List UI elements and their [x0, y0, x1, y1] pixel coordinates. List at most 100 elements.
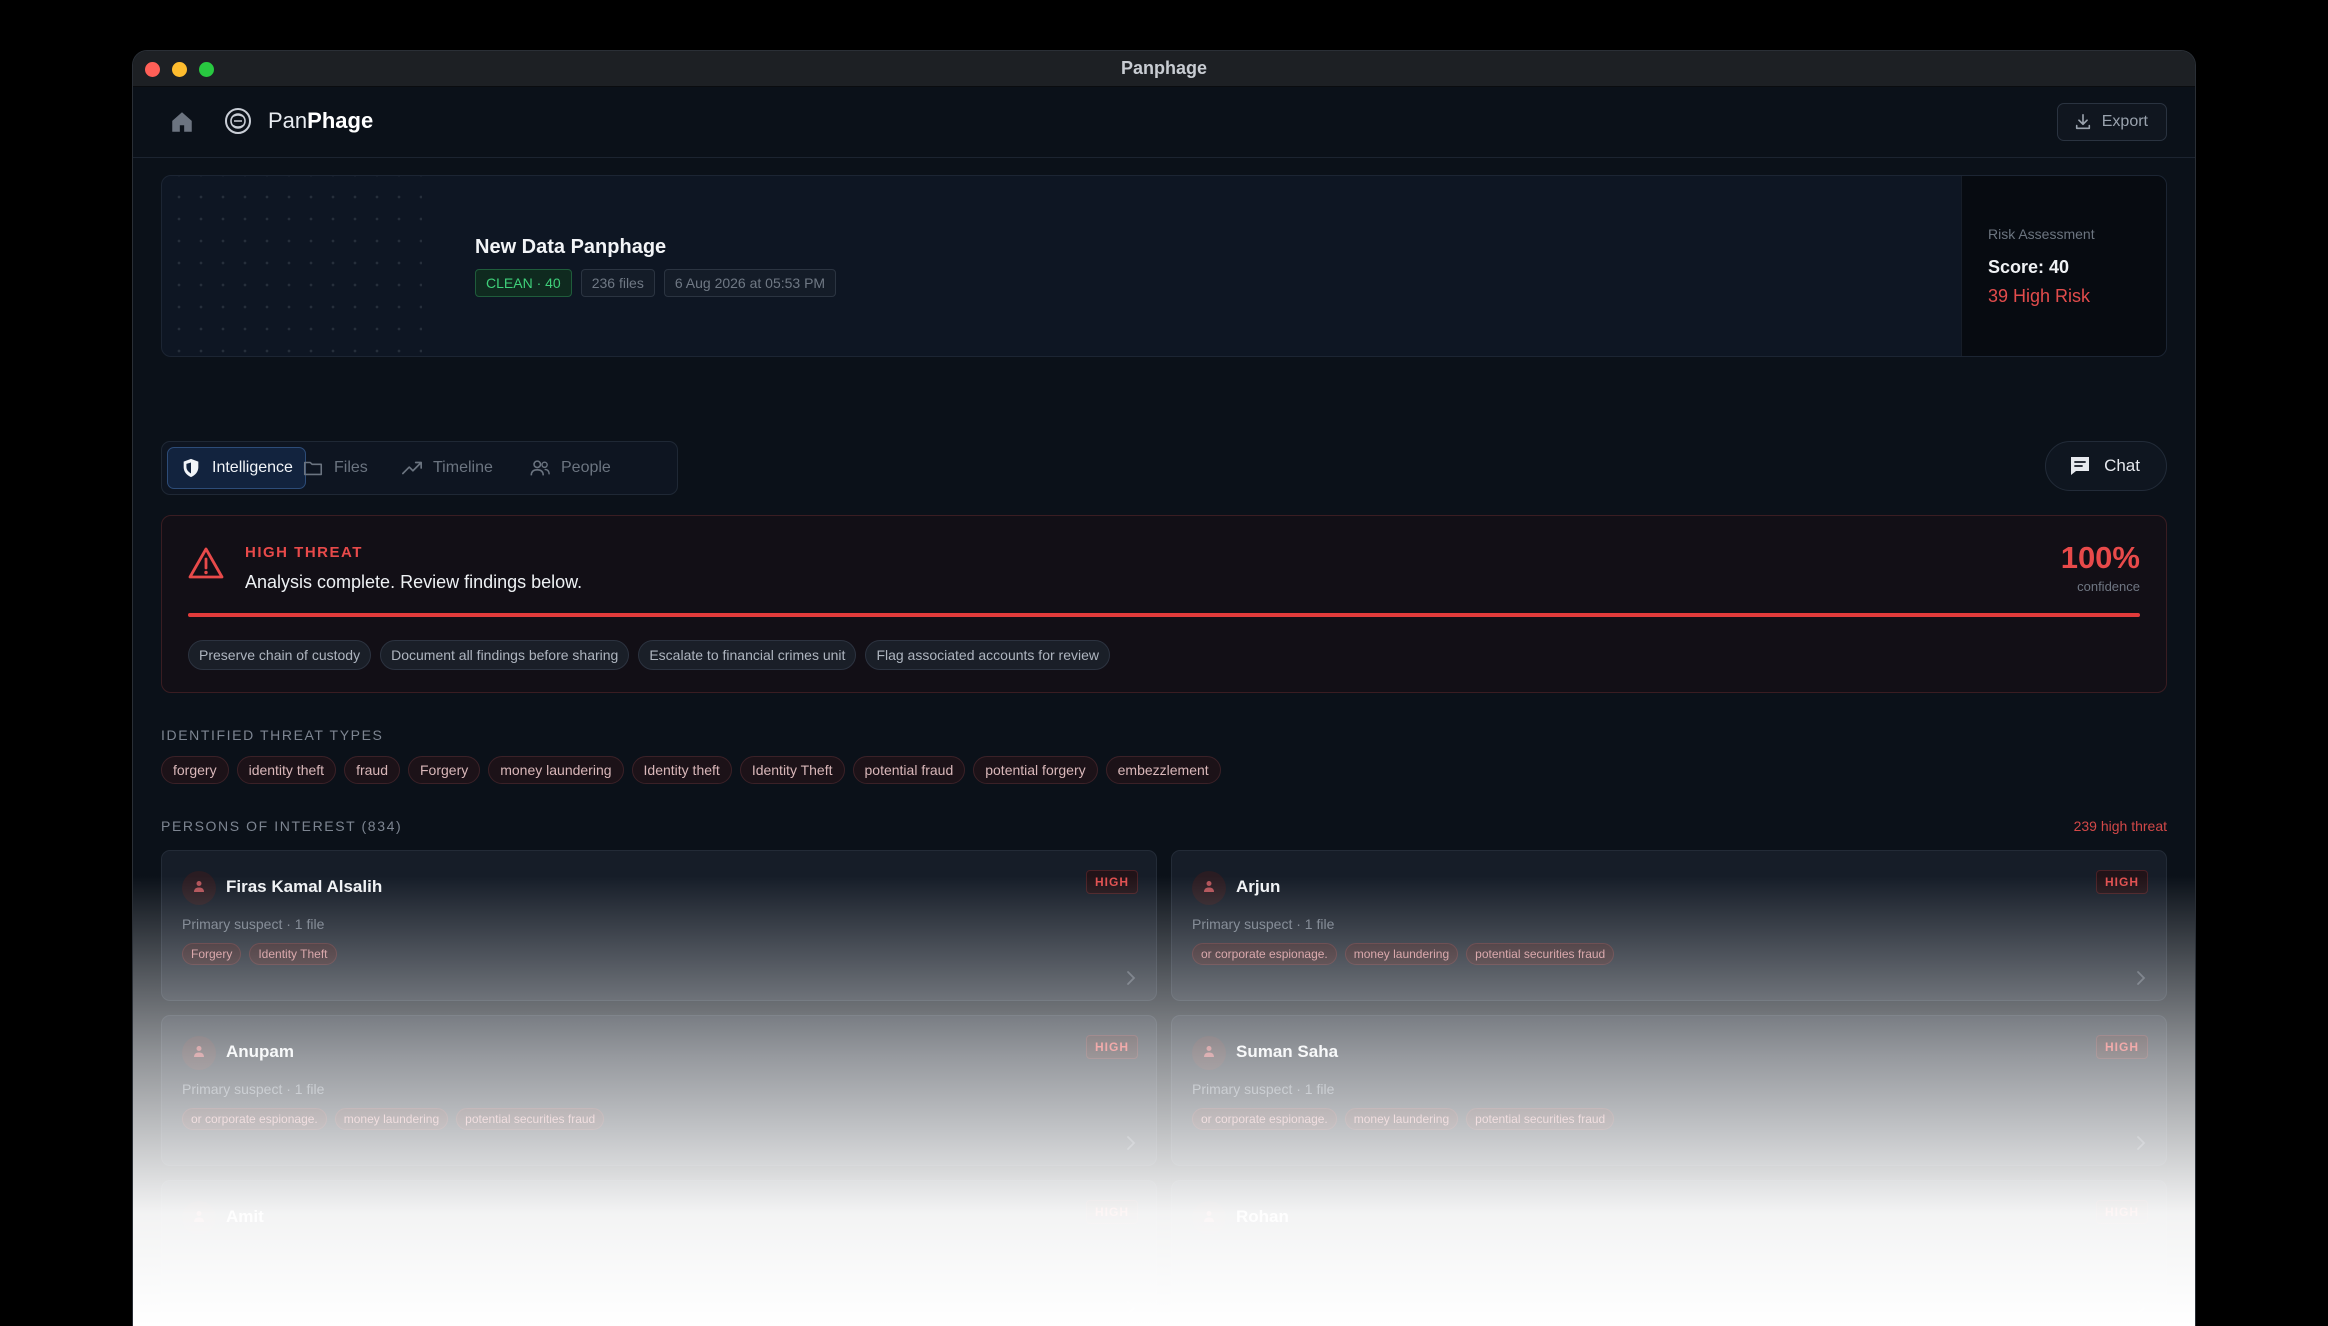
- dot-pattern: [162, 176, 422, 356]
- threat-type-chip[interactable]: potential fraud: [852, 756, 966, 784]
- person-meta: Primary suspect · 1 file: [182, 916, 325, 932]
- home-icon[interactable]: [169, 109, 195, 135]
- threat-type-chip[interactable]: Identity Theft: [739, 756, 845, 784]
- persons-grid: Firas Kamal Alsalih HIGH Primary suspect ·…: [161, 850, 2167, 1326]
- person-meta: Primary suspect · 1 file: [1192, 1081, 1335, 1097]
- threat-type-chip[interactable]: identity theft: [236, 756, 337, 784]
- person-tag: or corporate espionage.: [1192, 1108, 1337, 1130]
- action-chip[interactable]: Preserve chain of custody: [188, 640, 372, 670]
- action-chip[interactable]: Document all findings before sharing: [380, 640, 630, 670]
- threat-level: HIGH THREAT: [245, 544, 363, 561]
- shield-icon: [183, 458, 199, 478]
- case-badges: CLEAN · 40 236 files 6 Aug 2026 at 05:53…: [475, 269, 837, 297]
- confidence-label: confidence: [2077, 579, 2140, 594]
- person-card[interactable]: Anupam HIGH Primary suspect · 1 file or cor…: [161, 1015, 1157, 1166]
- threat-type-chip[interactable]: Identity theft: [631, 756, 732, 784]
- minimize-window-button[interactable]: [172, 62, 187, 77]
- person-icon: [192, 879, 206, 898]
- warning-icon: [188, 547, 224, 579]
- tab-people[interactable]: People: [517, 447, 623, 489]
- risk-label: Risk Assessment: [1988, 226, 2095, 242]
- threat-type-chip[interactable]: money laundering: [488, 756, 624, 784]
- threat-type-list: forgery identity theft fraud Forgery mon…: [161, 756, 1221, 784]
- export-button[interactable]: Export: [2056, 103, 2167, 141]
- avatar: [182, 1036, 216, 1070]
- chat-button[interactable]: Chat: [2045, 441, 2167, 491]
- person-icon: [1202, 879, 1216, 898]
- tab-people-label: People: [561, 459, 611, 476]
- recommended-actions: Preserve chain of custody Document all f…: [188, 640, 1110, 670]
- person-name: Arjun: [1236, 877, 1281, 896]
- close-window-button[interactable]: [145, 62, 160, 77]
- person-tag: Identity Theft: [249, 943, 337, 965]
- threat-level-badge: HIGH: [1086, 870, 1138, 894]
- tab-timeline[interactable]: Timeline: [389, 447, 505, 489]
- threat-level-badge: HIGH: [2096, 1200, 2148, 1224]
- tab-intelligence[interactable]: Intelligence: [167, 447, 306, 489]
- zoom-window-button[interactable]: [199, 62, 214, 77]
- person-tag: potential securities fraud: [456, 1108, 605, 1130]
- confidence-value: 100%: [2060, 540, 2140, 575]
- avatar: [1192, 1201, 1226, 1235]
- person-tag: potential securities fraud: [1466, 1108, 1615, 1130]
- threat-type-chip[interactable]: potential forgery: [973, 756, 1098, 784]
- threat-type-chip[interactable]: fraud: [344, 756, 400, 784]
- threat-level-badge: HIGH: [1086, 1200, 1138, 1224]
- threat-type-chip[interactable]: forgery: [161, 756, 229, 784]
- threat-level-badge: HIGH: [2096, 870, 2148, 894]
- date-badge: 6 Aug 2026 at 05:53 PM: [663, 269, 837, 297]
- confidence-bar-fill: [188, 613, 2140, 617]
- threat-type-chip[interactable]: embezzlement: [1105, 756, 1221, 784]
- high-threat-count: 239 high threat: [2073, 818, 2167, 834]
- person-card[interactable]: Firas Kamal Alsalih HIGH Primary suspect ·…: [161, 850, 1157, 1001]
- case-title: New Data Panphage: [475, 236, 667, 258]
- person-tag: Forgery: [182, 943, 242, 965]
- trend-icon: [402, 461, 422, 475]
- person-tags: or corporate espionage. money laundering p…: [1192, 943, 1615, 965]
- brand-suffix: Phage: [307, 108, 374, 133]
- person-tags: Forgery Identity Theft: [182, 943, 337, 965]
- person-meta: Primary suspect · 1 file: [182, 1081, 325, 1097]
- threat-level-badge: HIGH: [2096, 1035, 2148, 1059]
- person-icon: [1202, 1209, 1216, 1228]
- threat-level-badge: HIGH: [1086, 1035, 1138, 1059]
- persons-heading: PERSONS OF INTEREST (834): [161, 818, 403, 834]
- chat-label: Chat: [2104, 456, 2140, 475]
- tab-files[interactable]: Files: [290, 447, 380, 489]
- chevron-right-icon: [2136, 1300, 2146, 1316]
- person-name: Firas Kamal Alsalih: [226, 877, 383, 896]
- export-label: Export: [2101, 113, 2148, 130]
- tab-intelligence-label: Intelligence: [212, 459, 293, 476]
- person-card[interactable]: Amit HIGH: [161, 1180, 1157, 1326]
- action-chip[interactable]: Escalate to financial crimes unit: [638, 640, 857, 670]
- person-meta: Primary suspect · 1 file: [1192, 916, 1335, 932]
- status-badge: CLEAN · 40: [475, 269, 572, 297]
- app-header: PanPhage Export: [133, 87, 2195, 158]
- action-chip[interactable]: Flag associated accounts for review: [865, 640, 1110, 670]
- person-tag: or corporate espionage.: [1192, 943, 1337, 965]
- person-tag: money laundering: [334, 1108, 449, 1130]
- folder-icon: [303, 461, 323, 476]
- person-card[interactable]: Suman Saha HIGH Primary suspect · 1 file or…: [1171, 1015, 2167, 1166]
- avatar: [1192, 871, 1226, 905]
- titlebar: Panphage: [133, 51, 2195, 87]
- person-card[interactable]: Rohan HIGH: [1171, 1180, 2167, 1326]
- avatar: [1192, 1036, 1226, 1070]
- chevron-right-icon: [2136, 970, 2146, 986]
- threat-message: Analysis complete. Review findings below…: [245, 572, 583, 592]
- person-tag: potential securities fraud: [1466, 943, 1615, 965]
- people-icon: [530, 460, 550, 476]
- risk-high-count: 39 High Risk: [1988, 286, 2091, 306]
- chevron-right-icon: [1126, 1300, 1136, 1316]
- person-name: Anupam: [226, 1042, 294, 1061]
- person-tag: or corporate espionage.: [182, 1108, 327, 1130]
- person-name: Rohan: [1236, 1207, 1289, 1226]
- person-icon: [192, 1044, 206, 1063]
- person-name: Suman Saha: [1236, 1042, 1339, 1061]
- chevron-right-icon: [1126, 970, 1136, 986]
- chevron-right-icon: [2136, 1135, 2146, 1151]
- person-card[interactable]: Arjun HIGH Primary suspect · 1 file or corp…: [1171, 850, 2167, 1001]
- threat-type-chip[interactable]: Forgery: [408, 756, 481, 784]
- avatar: [182, 1201, 216, 1235]
- files-badge: 236 files: [580, 269, 655, 297]
